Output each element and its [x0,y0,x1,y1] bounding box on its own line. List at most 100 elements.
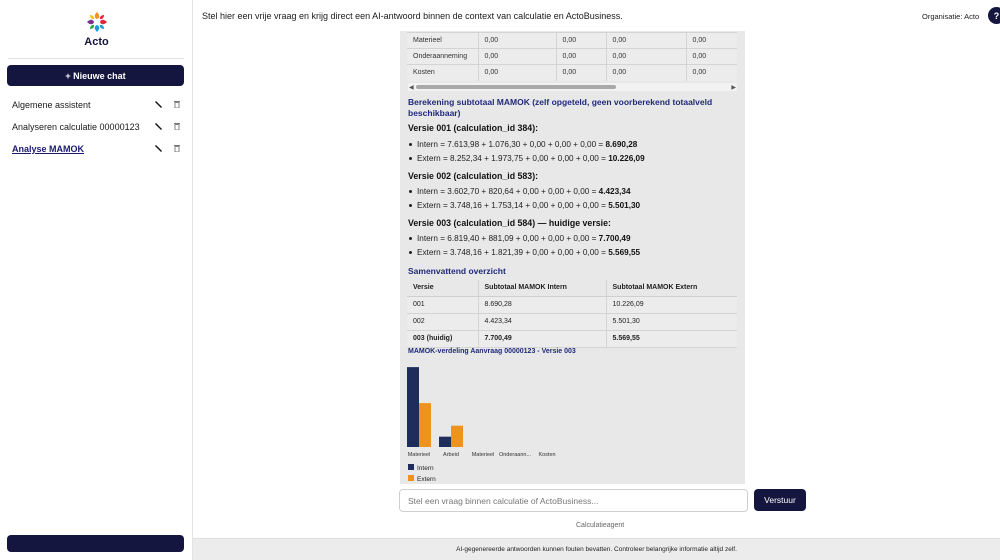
formula-total: 8.690,28 [605,140,638,149]
edit-icon[interactable] [155,122,163,131]
table-cell: 0,00 [605,48,686,65]
table-row: Kosten 0,00 0,00 0,00 0,00 [407,64,737,81]
table-cell: 0,00 [477,32,556,49]
edit-icon[interactable] [155,144,163,153]
bullet-icon [409,251,412,255]
table-cell: 4.423,34 [477,313,606,331]
table-cell: 003 (huidig) [407,330,478,348]
table-header-row: Versie Subtotaal MAMOK Intern Subtotaal … [407,280,737,297]
legend-swatch [408,464,414,470]
chart-title: MAMOK-verdeling Aanvraag 00000123 - Vers… [408,348,576,355]
bullet-icon [409,143,412,147]
table-cell: 0,00 [477,64,556,81]
sidebar-bottom-button[interactable] [7,535,184,552]
version-heading: Versie 002 (calculation_id 583): [408,171,539,181]
trash-icon[interactable] [174,145,180,152]
table-cell: 001 [407,296,478,314]
chart-tick-label: Arbeid [443,452,459,458]
mamok-bar-chart: Materieel Arbeid Materieel Onderaann... Kost… [407,367,556,483]
table-cell: 0,00 [555,32,606,49]
chart-tick-label: Onderaann... [499,452,532,458]
formula-text: Extern = 3.748,16 + 1.821,39 + 0,00 + 0,… [417,248,609,257]
footer-disclaimer: AI-gegenereerde antwoorden kunnen fouten… [193,538,1000,560]
formula-total: 5.501,30 [608,201,641,210]
table-cell: 7.700,49 [477,330,606,348]
page-instruction: Stel hier een vrije vraag en krijg direc… [202,11,623,21]
chat-item-analyse-mamok[interactable]: Analyse MAMOK [0,138,193,160]
sidebar-divider [8,58,184,59]
new-chat-button[interactable]: + Nieuwe chat [7,65,184,86]
calc-heading: Berekening subtotaal MAMOK (zelf opgetel… [408,97,713,118]
acto-logo-icon [86,12,107,32]
table-row: 003 (huidig) 7.700,49 5.569,55 [407,330,737,348]
table-cell: 5.501,30 [605,313,737,331]
cost-table: Materieel 0,00 0,00 0,00 0,00 Onderaanne… [407,32,737,81]
table-cell: 8.690,28 [477,296,606,314]
table-cell: 0,00 [685,48,737,65]
bullet-icon [409,237,412,241]
scroll-left-icon[interactable]: ◀ [409,84,414,91]
bullet-icon [409,157,412,161]
agent-label: Calculatieagent [576,522,625,529]
table-row: 001 8.690,28 10.226,09 [407,296,737,314]
brand-name: Acto [84,36,109,48]
sidebar: Acto + Nieuwe chat Algemene assistent An… [0,0,193,560]
table-cell: 0,00 [685,32,737,49]
table-cell: 0,00 [685,64,737,81]
list-item: Intern = 3.602,70 + 820,64 + 0,00 + 0,00… [409,187,631,196]
column-header: Subtotaal MAMOK Extern [605,280,737,297]
column-header: Subtotaal MAMOK Intern [477,280,606,297]
edit-icon[interactable] [155,100,163,109]
chart-tick-label: Materieel [408,452,431,458]
table-cell: Onderaanneming [407,48,478,65]
formula-total: 7.700,49 [598,234,631,243]
trash-icon[interactable] [174,101,180,108]
formula-text: Intern = 6.819,40 + 881,09 + 0,00 + 0,00… [417,234,599,243]
chat-input[interactable] [399,489,748,512]
formula-text: Extern = 3.748,16 + 1.753,14 + 0,00 + 0,… [417,201,609,210]
formula-total: 5.569,55 [608,248,641,257]
table-cell: 0,00 [477,48,556,65]
list-item: Extern = 8.252,34 + 1.973,75 + 0,00 + 0,… [409,154,645,163]
chat-list: Algemene assistent Analyseren calculatie… [0,94,193,160]
chart-bar-intern-1 [439,436,451,447]
brand-logo[interactable]: Acto [0,10,193,48]
bullet-icon [409,204,412,208]
formula-text: Intern = 3.602,70 + 820,64 + 0,00 + 0,00… [417,187,599,196]
help-button[interactable]: ? [988,7,1000,24]
table-cell: Materieel [407,32,478,49]
legend-label: Extern [417,476,436,483]
formula-text: Extern = 8.252,34 + 1.973,75 + 0,00 + 0,… [417,154,609,163]
list-item: Intern = 7.613,98 + 1.076,30 + 0,00 + 0,… [409,140,637,149]
chart-tick-label: Kosten [538,452,555,458]
list-item: Extern = 3.748,16 + 1.821,39 + 0,00 + 0,… [409,248,640,257]
formula-text: Intern = 7.613,98 + 1.076,30 + 0,00 + 0,… [417,140,606,149]
chart-bar-extern-0 [419,403,431,447]
chat-item-analyseren-calculatie[interactable]: Analyseren calculatie 00000123 [0,116,193,138]
table-cell: 002 [407,313,478,331]
table-horizontal-scrollbar[interactable]: ◀ ▶ [408,83,737,91]
chart-bar-intern-0 [407,367,419,447]
version-heading: Versie 001 (calculation_id 384): [408,123,539,133]
scrollbar-thumb[interactable] [416,85,616,89]
table-cell: Kosten [407,64,478,81]
table-cell: 0,00 [605,32,686,49]
bullet-icon [409,190,412,194]
summary-heading: Samenvattend overzicht [408,266,506,276]
table-row: Onderaanneming 0,00 0,00 0,00 0,00 [407,48,737,65]
trash-icon[interactable] [174,123,180,130]
scroll-right-icon[interactable]: ▶ [731,84,736,91]
table-cell: 0,00 [605,64,686,81]
send-button[interactable]: Verstuur [754,489,806,511]
list-item: Intern = 6.819,40 + 881,09 + 0,00 + 0,00… [409,234,631,243]
list-item: Extern = 3.748,16 + 1.753,14 + 0,00 + 0,… [409,201,640,210]
table-cell: 10.226,09 [605,296,737,314]
table-cell: 5.569,55 [605,330,737,348]
table-cell: 0,00 [555,48,606,65]
summary-table: Versie Subtotaal MAMOK Intern Subtotaal … [407,280,737,348]
chat-item-label: Algemene assistent [12,100,91,110]
table-row: Materieel 0,00 0,00 0,00 0,00 [407,32,737,49]
chat-item-algemene-assistent[interactable]: Algemene assistent [0,94,193,116]
legend-swatch [408,475,414,481]
column-header: Versie [407,280,478,297]
